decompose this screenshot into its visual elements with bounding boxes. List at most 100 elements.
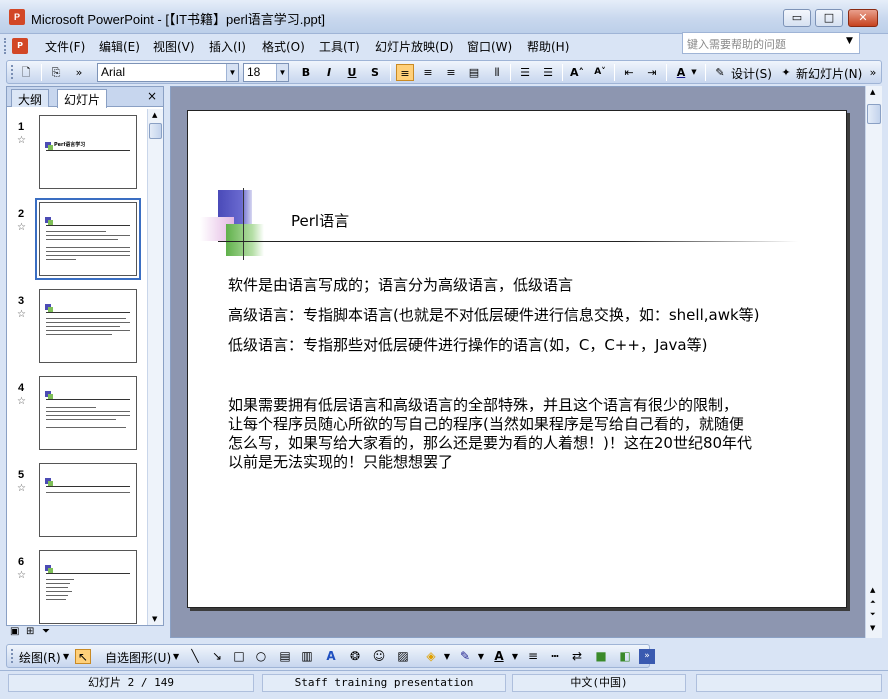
line-icon[interactable]: ╲ — [187, 649, 203, 664]
slide-thumbnail-2[interactable] — [35, 198, 141, 280]
menu-help[interactable]: 帮助(H) — [527, 38, 569, 55]
menu-grip[interactable] — [4, 38, 8, 54]
slide-paragraph-line[interactable]: 如果需要拥有低层语言和高级语言的全部特殊，并且这个语言有很少的限制， — [228, 394, 738, 415]
document-icon[interactable]: P — [12, 38, 28, 54]
menu-view[interactable]: 视图(V) — [153, 38, 195, 55]
select-pointer-icon[interactable]: ↖ — [75, 649, 91, 664]
tab-slides[interactable]: 幻灯片 — [57, 89, 108, 108]
toolbar-options-icon[interactable]: » — [73, 64, 85, 81]
oval-icon[interactable]: ○ — [253, 649, 269, 664]
arrow-icon[interactable]: ↘ — [209, 649, 225, 664]
toolbar-grip[interactable] — [11, 649, 14, 663]
new-slide-button[interactable]: 新幻灯片(N) — [796, 65, 862, 82]
italic-button[interactable]: I — [320, 64, 338, 81]
bold-button[interactable]: B — [297, 64, 315, 81]
3d-style-icon[interactable]: ◧ — [617, 649, 633, 664]
fill-color-icon[interactable]: ◈ — [423, 649, 439, 664]
chevron-down-icon[interactable]: ▼ — [173, 652, 179, 661]
copy-icon[interactable]: ⎘ — [47, 64, 65, 81]
font-size-select[interactable]: 18 ▼ — [243, 63, 289, 82]
scroll-up-icon[interactable]: ▲ — [152, 111, 157, 119]
thumbnail-scrollbar[interactable]: ▲ ▼ — [147, 109, 163, 625]
shadow-style-icon[interactable]: ■ — [593, 649, 609, 664]
menu-insert[interactable]: 插入(I) — [209, 38, 246, 55]
menu-window[interactable]: 窗口(W) — [467, 38, 512, 55]
slide-paragraph-line[interactable]: 以前是无法实现的！只能想想罢了 — [228, 451, 453, 472]
slide-paragraph-line[interactable]: 让每个程序员随心所欲的写自己的程序(当然如果程序是写给自己看的，就随便 — [228, 413, 744, 434]
underline-button[interactable]: U — [343, 64, 361, 81]
scroll-thumb[interactable] — [149, 123, 162, 139]
menu-tools[interactable]: 工具(T) — [319, 38, 360, 55]
powerpoint-app-icon[interactable]: P — [9, 9, 25, 25]
align-left-icon[interactable]: ≡ — [396, 64, 414, 81]
slide-text-line[interactable]: 高级语言：专指脚本语言(也就是不对低层硬件进行信息交换，如：shell,awk等… — [228, 304, 760, 325]
slide-title[interactable]: Perl语言 — [291, 210, 349, 231]
line-style-icon[interactable]: ≡ — [525, 649, 541, 664]
align-right-icon[interactable]: ≡ — [442, 64, 460, 81]
menu-slideshow[interactable]: 幻灯片放映(D) — [375, 38, 454, 55]
rectangle-icon[interactable]: □ — [231, 649, 247, 664]
slide-sorter-icon[interactable]: ⊞ — [26, 626, 34, 637]
slideshow-icon[interactable]: ⏷ — [42, 626, 50, 637]
slide-thumbnail-5[interactable] — [39, 463, 137, 537]
font-color-icon[interactable]: A — [672, 64, 690, 81]
minimize-button[interactable]: ▭ — [783, 9, 811, 27]
chevron-down-icon[interactable]: ▼ — [507, 649, 523, 664]
design-icon[interactable]: ✎ — [711, 64, 729, 81]
tab-outline[interactable]: 大纲 — [11, 89, 50, 107]
current-slide[interactable]: Perl语言 软件是由语言写成的；语言分为高级语言，低级语言 高级语言：专指脚本… — [187, 110, 847, 608]
previous-slide-icon[interactable]: ⏶ — [870, 598, 876, 607]
font-name-select[interactable]: Arial ▼ — [97, 63, 239, 82]
toolbar-grip[interactable] — [11, 65, 14, 79]
chevron-down-icon[interactable]: ▼ — [473, 649, 489, 664]
slide-thumbnail-1[interactable]: Perl语言学习 — [39, 115, 137, 189]
decrease-font-icon[interactable]: A˅ — [591, 64, 609, 81]
line-color-icon[interactable]: ✎ — [457, 649, 473, 664]
chevron-down-icon[interactable]: ▼ — [689, 64, 699, 81]
scroll-thumb[interactable] — [867, 104, 881, 124]
new-slide-icon[interactable]: ✦ — [777, 64, 795, 81]
autoshapes-menu-button[interactable]: 自选图形(U) — [105, 649, 171, 666]
chevron-down-icon[interactable]: ▼ — [63, 652, 69, 661]
arrow-style-icon[interactable]: ⇄ — [569, 649, 585, 664]
design-button[interactable]: 设计(S) — [731, 65, 772, 82]
slide-text-line[interactable]: 低级语言：专指那些对低层硬件进行操作的语言(如，C，C++，Java等) — [228, 334, 707, 355]
picture-icon[interactable]: ▨ — [395, 649, 411, 664]
bullets-icon[interactable]: ☰ — [539, 64, 557, 81]
normal-view-icon[interactable]: ▣ — [10, 626, 19, 637]
menu-file[interactable]: 文件(F) — [45, 38, 85, 55]
vertical-text-icon[interactable]: ⫴ — [488, 64, 506, 81]
slide-text-line[interactable]: 软件是由语言写成的；语言分为高级语言，低级语言 — [228, 274, 573, 295]
font-color-icon[interactable]: A — [491, 649, 507, 664]
numbering-icon[interactable]: ☰ — [516, 64, 534, 81]
toolbar-options-icon[interactable]: » — [639, 649, 655, 664]
scroll-down-icon[interactable]: ▼ — [152, 615, 157, 623]
scroll-down-icon[interactable]: ▼ — [870, 624, 875, 632]
maximize-button[interactable]: □ — [815, 9, 843, 27]
draw-menu-button[interactable]: 绘图(R) — [19, 649, 61, 666]
close-button[interactable]: ✕ — [848, 9, 878, 27]
scroll-up-icon[interactable]: ▲ — [870, 586, 875, 594]
slide-scrollbar[interactable]: ▲ ▲ ⏶ ⏷ ▼ — [865, 86, 882, 638]
slide-thumbnail-6[interactable] — [39, 550, 137, 624]
help-search-input[interactable]: 键入需要帮助的问题 — [682, 32, 860, 54]
distribute-icon[interactable]: ▤ — [465, 64, 483, 81]
slide-paragraph-line[interactable]: 怎么写，如果写给大家看的，那么还是要为看的人着想！)！这在20世纪80年代 — [228, 432, 752, 453]
decrease-indent-icon[interactable]: ⇤ — [620, 64, 638, 81]
next-slide-icon[interactable]: ⏷ — [870, 610, 876, 619]
vertical-textbox-icon[interactable]: ▥ — [299, 649, 315, 664]
chevron-down-icon[interactable]: ▼ — [439, 649, 455, 664]
toolbar-options-icon[interactable]: » — [867, 64, 879, 81]
chevron-down-icon[interactable]: ▼ — [276, 64, 288, 81]
close-icon[interactable]: × — [147, 89, 157, 103]
align-center-icon[interactable]: ≡ — [419, 64, 437, 81]
scroll-up-icon[interactable]: ▲ — [870, 88, 875, 96]
chevron-down-icon[interactable]: ▼ — [226, 64, 238, 81]
clipart-icon[interactable]: ☺ — [371, 649, 387, 664]
increase-font-icon[interactable]: A˄ — [568, 64, 586, 81]
dash-style-icon[interactable]: ┅ — [547, 649, 563, 664]
diagram-icon[interactable]: ❂ — [347, 649, 363, 664]
wordart-icon[interactable]: A — [323, 649, 339, 664]
textbox-icon[interactable]: ▤ — [277, 649, 293, 664]
slide-thumbnail-3[interactable] — [39, 289, 137, 363]
